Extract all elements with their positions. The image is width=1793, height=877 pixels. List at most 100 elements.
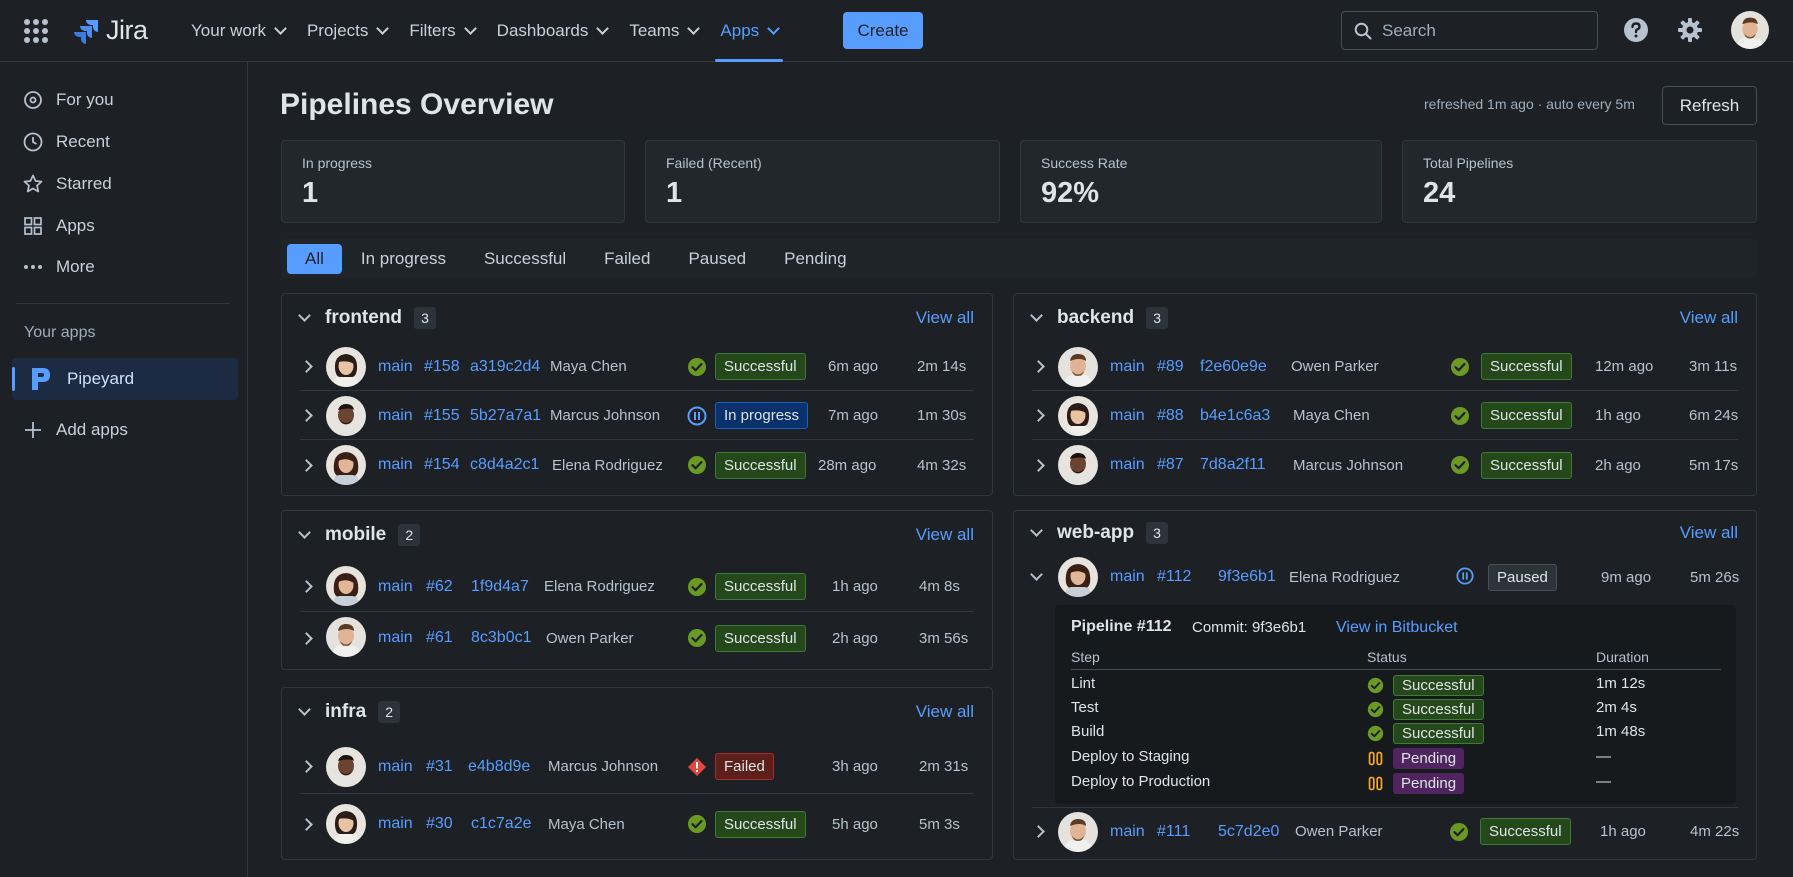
build-number-link[interactable]: #112 xyxy=(1157,568,1191,586)
pipeline-row[interactable]: main #30 c1c7a2e Maya Chen Successful 5h… xyxy=(300,796,974,852)
pipeline-row[interactable]: main #89 f2e60e9e Owen Parker Successful… xyxy=(1032,343,1738,391)
sidebar-item-for-you[interactable]: For you xyxy=(22,84,114,116)
pipeline-row[interactable]: main #155 5b27a7a1 Marcus Johnson In pro… xyxy=(300,392,974,440)
user-avatar[interactable] xyxy=(1731,11,1769,49)
chevron-right-icon[interactable] xyxy=(300,580,313,593)
commit-link[interactable]: b4e1c6a3 xyxy=(1200,407,1270,425)
build-number-link[interactable]: #111 xyxy=(1157,823,1190,841)
view-in-bitbucket-link[interactable]: View in Bitbucket xyxy=(1336,619,1458,637)
build-number-link[interactable]: #155 xyxy=(424,407,460,425)
filter-paused[interactable]: Paused xyxy=(669,244,765,274)
nav-apps[interactable]: Apps xyxy=(709,0,789,62)
chevron-right-icon[interactable] xyxy=(300,409,313,422)
branch-link[interactable]: main xyxy=(1110,358,1145,376)
commit-link[interactable]: f2e60e9e xyxy=(1200,358,1267,376)
build-number-link[interactable]: #154 xyxy=(424,456,460,474)
branch-link[interactable]: main xyxy=(378,456,413,474)
sidebar-item-apps[interactable]: Apps xyxy=(22,210,95,242)
commit-link[interactable]: 7d8a2f11 xyxy=(1200,456,1266,474)
commit-link[interactable]: 1f9d4a7 xyxy=(471,578,529,596)
search-input[interactable] xyxy=(1382,20,1582,41)
create-button[interactable]: Create xyxy=(843,12,923,49)
chevron-right-icon[interactable] xyxy=(1032,825,1045,838)
nav-your-work[interactable]: Your work xyxy=(180,0,296,62)
view-all-link[interactable]: View all xyxy=(916,308,974,328)
pipeline-row[interactable]: main #88 b4e1c6a3 Maya Chen Successful 1… xyxy=(1032,392,1738,440)
commit-link[interactable]: 5c7d2e0 xyxy=(1218,823,1279,841)
filter-in-progress[interactable]: In progress xyxy=(342,244,465,274)
refresh-button[interactable]: Refresh xyxy=(1662,86,1757,125)
build-number-link[interactable]: #30 xyxy=(426,815,453,833)
pipeline-row-expanded[interactable]: main #112 9f3e6b1 Elena Rodriguez Paused… xyxy=(1030,555,1739,599)
branch-link[interactable]: main xyxy=(378,815,413,833)
sidebar-item-add-apps[interactable]: Add apps xyxy=(22,414,128,446)
pipeline-row[interactable]: main #154 c8d4a2c1 Elena Rodriguez Succe… xyxy=(300,441,974,489)
chevron-down-icon[interactable] xyxy=(298,309,311,322)
commit-link[interactable]: a319c2d4 xyxy=(470,358,540,376)
chevron-right-icon[interactable] xyxy=(300,760,313,773)
view-all-link[interactable]: View all xyxy=(1680,523,1738,543)
commit-link[interactable]: 9f3e6b1 xyxy=(1218,568,1276,586)
sidebar-item-pipeyard[interactable]: Pipeyard xyxy=(12,358,238,400)
chevron-down-icon[interactable] xyxy=(1030,309,1043,322)
view-all-link[interactable]: View all xyxy=(916,702,974,722)
chevron-right-icon[interactable] xyxy=(1032,458,1045,472)
filter-successful[interactable]: Successful xyxy=(465,244,585,274)
branch-link[interactable]: main xyxy=(378,629,413,647)
build-number-link[interactable]: #62 xyxy=(426,578,453,596)
chevron-right-icon[interactable] xyxy=(300,631,313,645)
filter-all[interactable]: All xyxy=(287,243,342,274)
branch-link[interactable]: main xyxy=(378,407,413,425)
commit-link[interactable]: 8c3b0c1 xyxy=(471,629,532,647)
sidebar-item-recent[interactable]: Recent xyxy=(22,126,110,158)
view-all-link[interactable]: View all xyxy=(916,525,974,545)
settings-gear-icon[interactable] xyxy=(1676,16,1704,44)
chevron-right-icon[interactable] xyxy=(300,817,313,831)
pipeline-row[interactable]: main #62 1f9d4a7 Elena Rodriguez Success… xyxy=(300,562,974,612)
pipeline-row[interactable]: main #87 7d8a2f11 Marcus Johnson Success… xyxy=(1032,441,1738,489)
sidebar-item-starred[interactable]: Starred xyxy=(22,168,112,200)
commit-link[interactable]: 5b27a7a1 xyxy=(470,407,541,425)
build-number-link[interactable]: #31 xyxy=(426,758,453,776)
chevron-right-icon[interactable] xyxy=(1032,360,1045,373)
commit-link[interactable]: e4b8d9e xyxy=(468,758,530,776)
branch-link[interactable]: main xyxy=(378,358,413,376)
nav-projects[interactable]: Projects xyxy=(296,0,398,62)
pipeline-row[interactable]: main #111 5c7d2e0 Owen Parker Successful… xyxy=(1032,807,1739,855)
chevron-down-icon[interactable] xyxy=(298,703,311,716)
nav-dashboards[interactable]: Dashboards xyxy=(486,0,619,62)
build-number-link[interactable]: #88 xyxy=(1157,407,1184,425)
jira-logo[interactable]: Jira xyxy=(74,15,148,46)
chevron-right-icon[interactable] xyxy=(300,458,313,472)
help-icon[interactable] xyxy=(1622,16,1650,44)
pipeline-row[interactable]: main #158 a319c2d4 Maya Chen Successful … xyxy=(300,343,974,391)
nav-filters[interactable]: Filters xyxy=(398,0,485,62)
chevron-right-icon[interactable] xyxy=(300,360,313,373)
pipeline-row[interactable]: main #31 e4b8d9e Marcus Johnson Failed 3… xyxy=(300,740,974,794)
commit-link[interactable]: c8d4a2c1 xyxy=(470,456,539,474)
chevron-down-icon[interactable] xyxy=(1030,524,1043,537)
chevron-down-icon[interactable] xyxy=(1030,568,1043,581)
commit-link[interactable]: c1c7a2e xyxy=(471,815,532,833)
pipeline-row[interactable]: main #61 8c3b0c1 Owen Parker Successful … xyxy=(300,613,974,663)
build-number-link[interactable]: #158 xyxy=(424,358,460,376)
app-switcher-icon[interactable] xyxy=(24,19,48,43)
chevron-down-icon[interactable] xyxy=(298,526,311,539)
build-number-link[interactable]: #61 xyxy=(426,629,453,647)
view-all-link[interactable]: View all xyxy=(1680,308,1738,328)
nav-teams[interactable]: Teams xyxy=(618,0,709,62)
filter-pending[interactable]: Pending xyxy=(765,244,865,274)
branch-link[interactable]: main xyxy=(1110,456,1145,474)
status-badge: Paused xyxy=(1488,563,1557,591)
build-number-link[interactable]: #87 xyxy=(1157,456,1184,474)
branch-link[interactable]: main xyxy=(378,758,413,776)
branch-link[interactable]: main xyxy=(1110,568,1145,586)
branch-link[interactable]: main xyxy=(1110,823,1145,841)
filter-failed[interactable]: Failed xyxy=(585,244,669,274)
branch-link[interactable]: main xyxy=(378,578,413,596)
sidebar-item-more[interactable]: More xyxy=(22,251,95,283)
build-number-link[interactable]: #89 xyxy=(1157,358,1184,376)
branch-link[interactable]: main xyxy=(1110,407,1145,425)
search-box[interactable] xyxy=(1341,11,1598,50)
chevron-right-icon[interactable] xyxy=(1032,409,1045,422)
